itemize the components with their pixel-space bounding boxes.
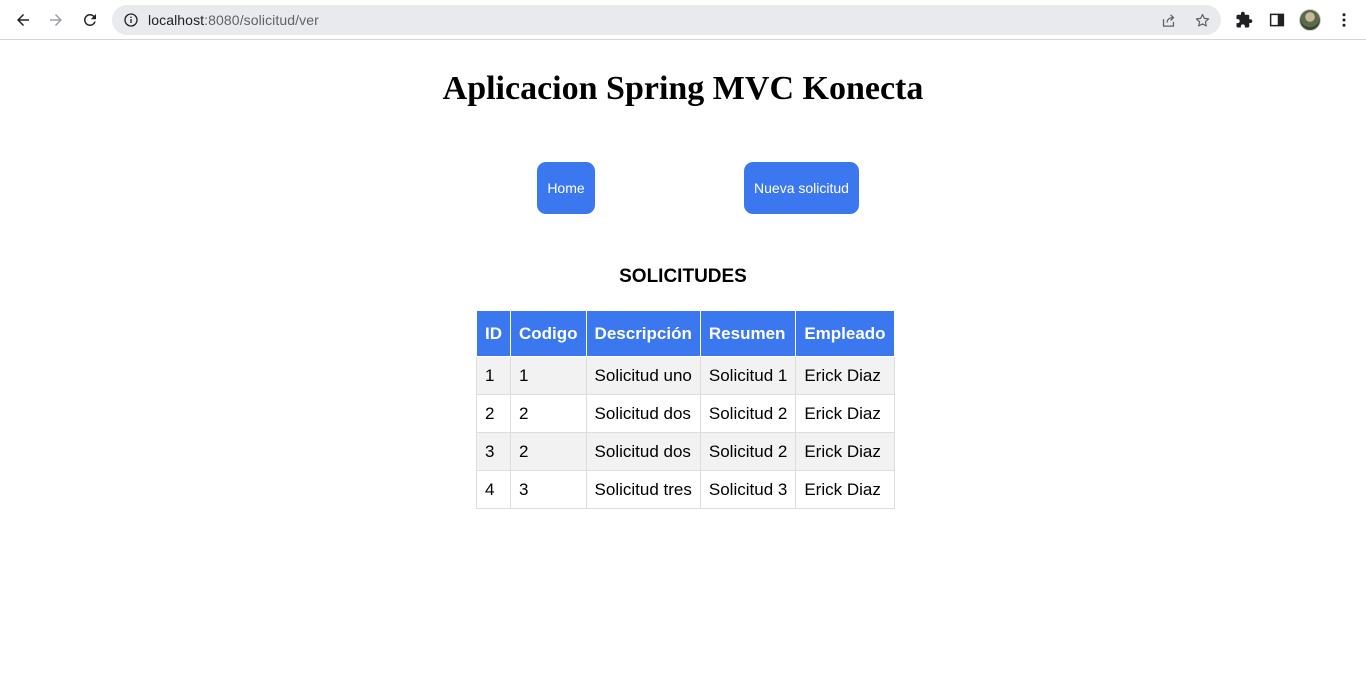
url-path: :8080/solicitud/ver <box>204 12 319 28</box>
star-icon[interactable] <box>1192 11 1212 29</box>
address-bar[interactable]: localhost:8080/solicitud/ver <box>112 5 1221 35</box>
cell-empleado: Erick Diaz <box>795 432 895 471</box>
page-title: Aplicacion Spring MVC Konecta <box>442 70 924 107</box>
table-row: 1 1 Solicitud uno Solicitud 1 Erick Diaz <box>476 356 895 395</box>
cell-resumen: Solicitud 2 <box>699 394 797 433</box>
section-title: SOLICITUDES <box>619 266 747 287</box>
url-text[interactable]: localhost:8080/solicitud/ver <box>148 12 319 28</box>
browser-toolbar: localhost:8080/solicitud/ver <box>0 0 1366 40</box>
column-header-id: ID <box>476 310 511 357</box>
new-request-button[interactable]: Nueva solicitud <box>744 162 859 214</box>
forward-icon[interactable] <box>44 8 68 32</box>
table-header-row: ID Codigo Descripción Resumen Empleado <box>476 310 895 357</box>
home-button[interactable]: Home <box>537 162 595 214</box>
cell-codigo: 2 <box>510 432 587 471</box>
cell-resumen: Solicitud 3 <box>699 470 797 509</box>
back-icon[interactable] <box>11 8 35 32</box>
menu-icon[interactable] <box>1334 10 1354 30</box>
column-header-descripcion: Descripción <box>585 310 701 357</box>
cell-codigo: 1 <box>510 356 587 395</box>
table-row: 3 2 Solicitud dos Solicitud 2 Erick Diaz <box>476 432 895 471</box>
cell-id: 1 <box>476 356 511 395</box>
cell-id: 3 <box>476 432 511 471</box>
cell-descripcion: Solicitud dos <box>585 394 701 433</box>
cell-empleado: Erick Diaz <box>795 356 895 395</box>
avatar[interactable] <box>1299 9 1321 31</box>
info-icon[interactable] <box>123 12 139 28</box>
side-panel-icon[interactable] <box>1267 10 1287 30</box>
cell-id: 2 <box>476 394 511 433</box>
table-row: 4 3 Solicitud tres Solicitud 3 Erick Dia… <box>476 470 895 509</box>
requests-table: ID Codigo Descripción Resumen Empleado 1… <box>476 310 895 509</box>
column-header-resumen: Resumen <box>699 310 797 357</box>
extensions-icon[interactable] <box>1234 10 1254 30</box>
column-header-empleado: Empleado <box>795 310 895 357</box>
reload-icon[interactable] <box>78 8 102 32</box>
cell-descripcion: Solicitud tres <box>585 470 701 509</box>
cell-resumen: Solicitud 2 <box>699 432 797 471</box>
column-header-codigo: Codigo <box>510 310 587 357</box>
cell-empleado: Erick Diaz <box>795 470 895 509</box>
cell-empleado: Erick Diaz <box>795 394 895 433</box>
cell-resumen: Solicitud 1 <box>699 356 797 395</box>
share-icon[interactable] <box>1158 11 1178 29</box>
cell-descripcion: Solicitud uno <box>585 356 701 395</box>
cell-codigo: 3 <box>510 470 587 509</box>
table-row: 2 2 Solicitud dos Solicitud 2 Erick Diaz <box>476 394 895 433</box>
cell-codigo: 2 <box>510 394 587 433</box>
cell-descripcion: Solicitud dos <box>585 432 701 471</box>
url-host: localhost <box>148 12 205 28</box>
cell-id: 4 <box>476 470 511 509</box>
